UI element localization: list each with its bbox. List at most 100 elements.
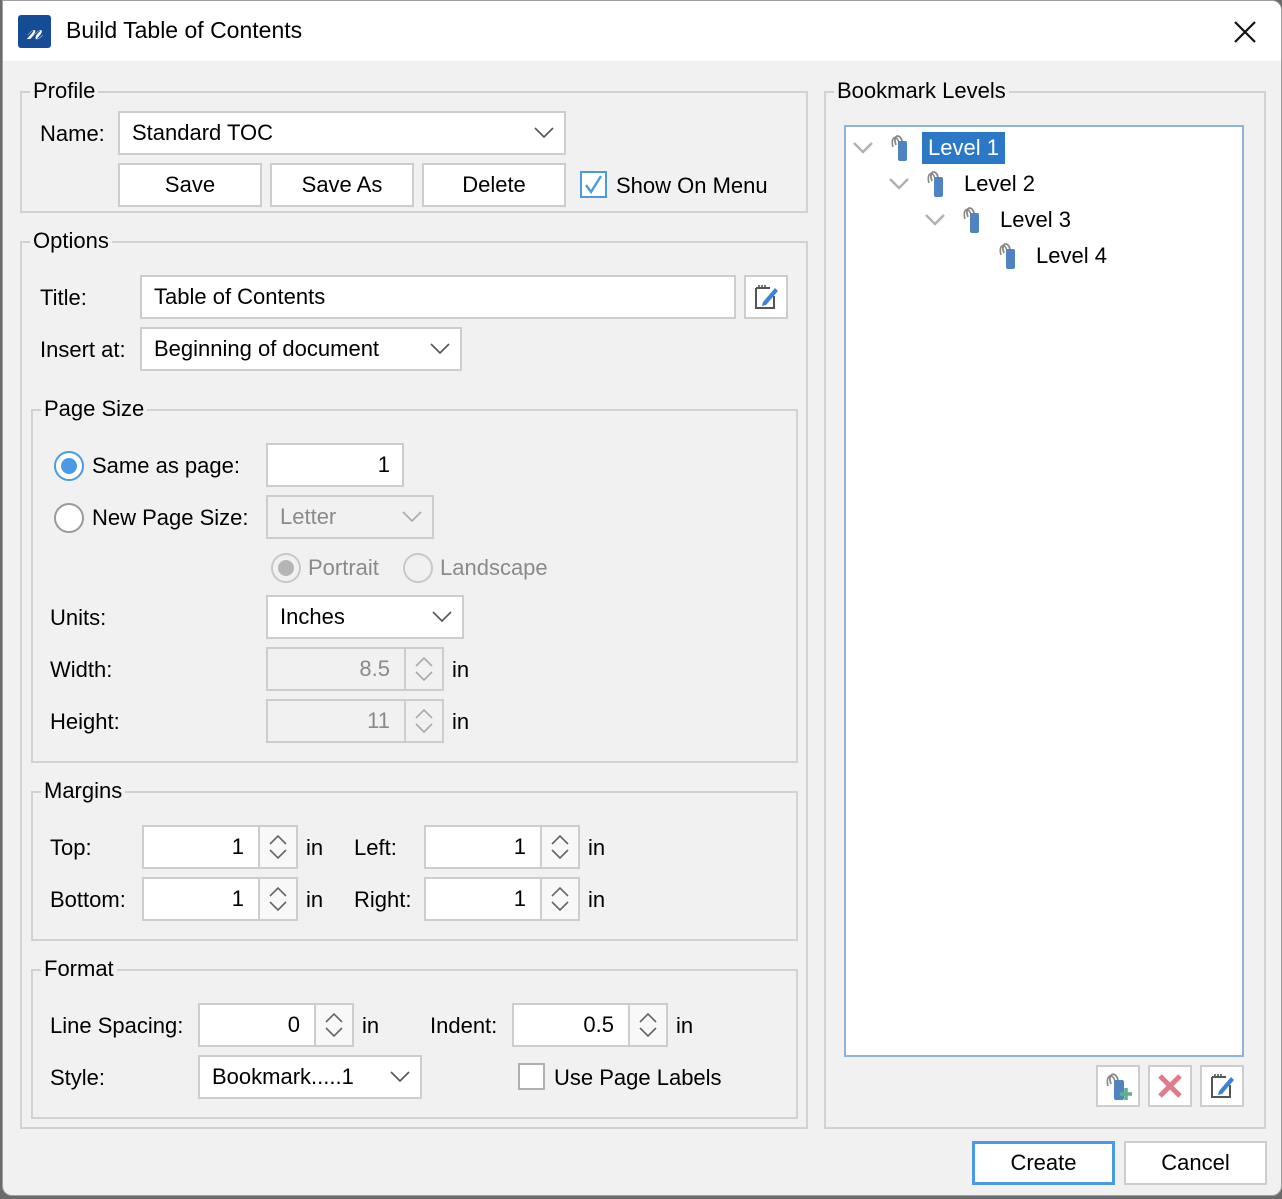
same-as-page-input[interactable]: 1 <box>266 443 404 487</box>
line-spacing-value: 0 <box>287 1012 300 1037</box>
portrait-radio[interactable] <box>271 553 301 583</box>
right-margin-unit: in <box>588 887 606 912</box>
options-legend: Options <box>30 227 112 255</box>
page-size-legend: Page Size <box>41 395 148 423</box>
delete-button[interactable]: Delete <box>422 163 566 207</box>
add-level-button[interactable] <box>1096 1065 1140 1107</box>
edit-level-button[interactable] <box>1200 1065 1244 1107</box>
title-input[interactable]: Table of Contents <box>140 275 736 319</box>
show-on-menu-checkbox[interactable] <box>580 171 607 198</box>
new-page-size-select[interactable]: Letter <box>266 495 434 539</box>
bookmark-levels-tree[interactable]: Level 1 Level 2 Level 3 Level 4 <box>844 125 1244 1057</box>
title-bar: 𝓃 Build Table of Contents <box>3 1 1281 61</box>
up-down-arrows-icon <box>415 708 433 734</box>
use-page-labels-checkbox[interactable] <box>518 1063 545 1090</box>
new-page-size-radio[interactable] <box>54 503 84 533</box>
line-spacing-spinner[interactable]: 0 <box>198 1003 354 1047</box>
top-margin-stepper-arrows[interactable] <box>258 827 296 867</box>
bottom-margin-unit: in <box>306 887 324 912</box>
bookmark-icon <box>963 207 979 233</box>
height-value: 11 <box>367 708 390 733</box>
delete-level-button[interactable] <box>1148 1065 1192 1107</box>
profile-name-select[interactable]: Standard TOC <box>118 111 566 155</box>
right-margin-label: Right: <box>354 887 412 912</box>
margins-legend: Margins <box>41 777 126 805</box>
use-page-labels-label: Use Page Labels <box>554 1065 722 1090</box>
top-margin-label: Top: <box>50 835 92 860</box>
tree-item-level-2[interactable]: Level 2 <box>888 167 1041 201</box>
left-margin-unit: in <box>588 835 606 860</box>
bottom-margin-stepper-arrows[interactable] <box>258 879 296 919</box>
show-on-menu-label: Show On Menu <box>616 173 768 198</box>
bottom-margin-spinner[interactable]: 1 <box>142 877 298 921</box>
expand-chevron-icon[interactable] <box>888 177 910 191</box>
bottom-margin-value: 1 <box>231 886 244 911</box>
create-button[interactable]: Create <box>972 1141 1115 1185</box>
left-margin-value: 1 <box>513 834 526 859</box>
style-select[interactable]: Bookmark.....1 <box>198 1055 422 1099</box>
bottom-margin-label: Bottom: <box>50 887 126 912</box>
left-margin-label: Left: <box>354 835 397 860</box>
width-label: Width: <box>50 657 113 682</box>
insert-at-label: Insert at: <box>40 337 126 362</box>
insert-at-value: Beginning of document <box>154 336 380 361</box>
right-margin-spinner[interactable]: 1 <box>424 877 580 921</box>
app-logo-icon: 𝓃 <box>18 15 51 48</box>
line-spacing-unit: in <box>362 1013 380 1038</box>
height-unit: in <box>452 709 470 734</box>
cancel-button[interactable]: Cancel <box>1124 1141 1267 1185</box>
edit-title-button[interactable] <box>744 275 788 319</box>
expand-chevron-icon[interactable] <box>924 213 946 227</box>
up-down-arrows-icon <box>415 656 433 682</box>
indent-spinner[interactable]: 0.5 <box>512 1003 668 1047</box>
left-margin-stepper-arrows[interactable] <box>540 827 578 867</box>
tree-item-level-3[interactable]: Level 3 <box>924 203 1077 237</box>
title-input-value: Table of Contents <box>154 284 326 309</box>
up-down-arrows-icon <box>551 886 569 912</box>
line-spacing-label: Line Spacing: <box>50 1013 184 1038</box>
tree-item-label: Level 1 <box>922 132 1005 164</box>
name-label: Name: <box>40 121 105 146</box>
top-margin-spinner[interactable]: 1 <box>142 825 298 869</box>
tree-item-label: Level 3 <box>1000 207 1071 232</box>
width-value: 8.5 <box>359 656 390 681</box>
indent-stepper-arrows[interactable] <box>628 1005 666 1045</box>
tree-item-level-4[interactable]: Level 4 <box>996 239 1113 273</box>
chevron-down-icon <box>430 343 450 355</box>
style-value: Bookmark.....1 <box>212 1064 354 1089</box>
close-icon <box>1234 21 1256 43</box>
line-spacing-stepper-arrows[interactable] <box>314 1005 352 1045</box>
up-down-arrows-icon <box>269 886 287 912</box>
units-label: Units: <box>50 605 107 630</box>
height-label: Height: <box>50 709 120 734</box>
left-margin-spinner[interactable]: 1 <box>424 825 580 869</box>
profile-name-value: Standard TOC <box>132 120 274 145</box>
format-legend: Format <box>41 955 117 983</box>
indent-unit: in <box>676 1013 694 1038</box>
style-label: Style: <box>50 1065 106 1090</box>
height-spinner[interactable]: 11 <box>266 699 444 743</box>
indent-label: Indent: <box>430 1013 498 1038</box>
tree-item-level-1[interactable]: Level 1 <box>852 131 1005 165</box>
save-as-button[interactable]: Save As <box>270 163 414 207</box>
right-margin-stepper-arrows[interactable] <box>540 879 578 919</box>
width-stepper-arrows[interactable] <box>404 649 442 689</box>
landscape-radio[interactable] <box>403 553 433 583</box>
height-stepper-arrows[interactable] <box>404 701 442 741</box>
indent-value: 0.5 <box>583 1012 614 1037</box>
expand-chevron-icon[interactable] <box>852 141 874 155</box>
chevron-down-icon <box>432 611 452 623</box>
top-margin-unit: in <box>306 835 324 860</box>
width-spinner[interactable]: 8.5 <box>266 647 444 691</box>
insert-at-select[interactable]: Beginning of document <box>140 327 462 371</box>
units-select[interactable]: Inches <box>266 595 464 639</box>
save-button[interactable]: Save <box>118 163 262 207</box>
checkmark-icon <box>585 175 603 195</box>
close-button[interactable] <box>1223 13 1267 51</box>
bookmark-icon <box>891 135 907 161</box>
edit-notepad-icon <box>755 285 778 309</box>
same-as-page-radio[interactable] <box>54 451 84 481</box>
bookmark-icon <box>927 171 943 197</box>
up-down-arrows-icon <box>269 834 287 860</box>
profile-legend: Profile <box>30 77 99 105</box>
